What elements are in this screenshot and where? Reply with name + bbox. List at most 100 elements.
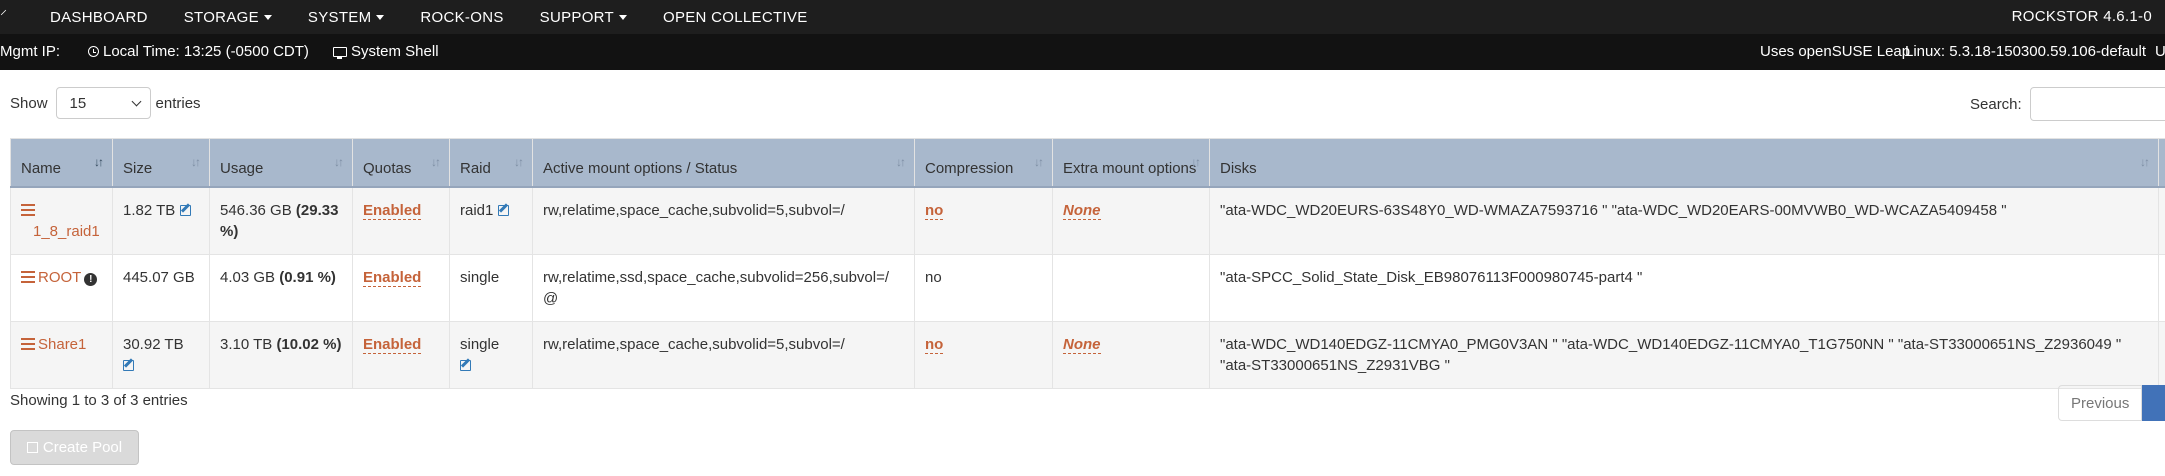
mount-cell: rw,relatime,space_cache,subvolid=5,subvo…	[532, 186, 915, 255]
column-header-actions[interactable]: A	[2158, 138, 2165, 188]
disks-cell: "ata-WDC_WD20EURS-63S48Y0_WD-WMAZA759371…	[1209, 186, 2159, 255]
usage-text: 546.36 GB	[220, 201, 292, 219]
usage-percent: (0.91 %)	[279, 268, 336, 286]
quotas-toggle[interactable]: Enabled	[363, 335, 422, 354]
create-pool-button[interactable]: Create Pool	[10, 430, 139, 465]
entries-select[interactable]: 15	[55, 87, 151, 119]
compression-cell: no	[914, 186, 1053, 255]
extra-mount-cell	[1052, 253, 1210, 322]
mount-cell: rw,relatime,ssd,space_cache,subvolid=256…	[532, 253, 915, 322]
list-icon	[21, 270, 35, 283]
navbar-edge-glyph: ⸝	[0, 1, 7, 17]
nav-rock-ons[interactable]: ROCK-ONS	[420, 9, 503, 26]
sort-icon: ↓↑	[191, 154, 201, 169]
top-navbar: ⸝ DASHBOARD STORAGE SYSTEM ROCK-ONS SUPP…	[0, 0, 2165, 34]
pool-name-link[interactable]: 1_8_raid1	[21, 202, 100, 240]
actions-cell	[2158, 320, 2165, 389]
system-shell-link[interactable]: System Shell	[333, 34, 439, 70]
info-icon[interactable]: !	[84, 272, 98, 286]
nav-open-collective[interactable]: OPEN COLLECTIVE	[663, 9, 808, 26]
extra-mount-cell: None	[1052, 186, 1210, 255]
column-header-name-label: Name	[21, 159, 62, 177]
column-header-extra-mount[interactable]: Extra mount options ↓↑	[1052, 138, 1210, 188]
usage-text: 4.03 GB	[220, 268, 276, 286]
brand-version[interactable]: ROCKSTOR 4.6.1-0	[2012, 0, 2152, 34]
nav-system[interactable]: SYSTEM	[307, 8, 385, 26]
create-pool-label: Create Pool	[42, 439, 123, 456]
quotas-toggle[interactable]: Enabled	[363, 268, 422, 287]
column-header-usage[interactable]: Usage ↓↑	[209, 138, 353, 188]
pools-table: Name ↓↑ Size ↓↑ Usage ↓↑ Quotas ↓↑ Raid ↓↑ Ac…	[10, 138, 2165, 389]
nav-rock-ons-label: ROCK-ONS	[420, 8, 504, 26]
sort-asc-icon: ↓↑	[94, 154, 104, 169]
raid-cell: single	[449, 253, 533, 322]
usage-cell: 4.03 GB (0.91 %)	[209, 253, 353, 322]
disks-cell: "ata-WDC_WD140EDGZ-11CMYA0_PMG0V3AN " "a…	[1209, 320, 2159, 389]
local-time-text: Local Time: 13:25 (-0500 CDT)	[103, 43, 309, 60]
nav-support[interactable]: SUPPORT	[540, 9, 627, 26]
pool-name-text: Share1	[38, 335, 87, 353]
previous-button[interactable]: Previous	[2058, 385, 2143, 421]
nav-storage-label: STORAGE	[183, 8, 259, 26]
edit-icon[interactable]	[460, 359, 471, 371]
sort-icon: ↓↑	[1191, 154, 1201, 169]
local-time: Local Time: 13:25 (-0500 CDT)	[88, 34, 309, 70]
column-header-quotas[interactable]: Quotas ↓↑	[352, 138, 450, 188]
search-input[interactable]	[2029, 87, 2165, 121]
sort-icon: ↓↑	[2140, 154, 2150, 169]
quotas-toggle[interactable]: Enabled	[363, 201, 422, 220]
entries-select-value: 15	[69, 94, 87, 112]
column-header-mount-label: Active mount options / Status	[543, 159, 738, 177]
search-control: Search:	[1970, 87, 2165, 121]
nav-dashboard-label: DASHBOARD	[50, 8, 148, 26]
raid-text: raid1	[460, 201, 494, 219]
column-header-raid-label: Raid	[460, 159, 491, 177]
edit-icon[interactable]	[498, 204, 510, 216]
edit-icon[interactable]	[123, 359, 134, 371]
column-header-raid[interactable]: Raid ↓↑	[449, 138, 533, 188]
nav-system-label: SYSTEM	[307, 8, 372, 26]
show-label: Show	[10, 94, 48, 112]
pagination: Previous	[2058, 385, 2165, 421]
next-button[interactable]	[2142, 385, 2165, 421]
pool-name-link[interactable]: ROOT	[21, 269, 81, 286]
os-info: Uses openSUSE Leap	[1760, 43, 1911, 60]
list-icon	[21, 337, 35, 350]
actions-cell: N	[2158, 253, 2165, 322]
quotas-cell: Enabled	[352, 320, 450, 389]
nav-open-collective-label: OPEN COLLECTIVE	[662, 8, 808, 26]
pool-name-link[interactable]: Share1	[21, 336, 86, 353]
pool-name-text: ROOT	[38, 268, 82, 286]
system-shell-text: System Shell	[351, 43, 439, 60]
sort-icon: ↓↑	[514, 154, 524, 169]
caret-down-icon	[618, 14, 627, 20]
column-header-mount[interactable]: Active mount options / Status ↓↑	[532, 138, 915, 188]
column-header-compression[interactable]: Compression ↓↑	[914, 138, 1053, 188]
raid-text: single	[460, 335, 500, 353]
edit-icon[interactable]	[180, 204, 192, 216]
sort-icon: ↓↑	[431, 154, 441, 169]
compression-cell: no	[914, 253, 1053, 322]
nav-storage[interactable]: STORAGE	[184, 9, 272, 26]
clock-icon	[88, 46, 99, 57]
column-header-disks-label: Disks	[1220, 159, 1257, 177]
column-header-compression-label: Compression	[925, 159, 1014, 177]
column-header-quotas-label: Quotas	[363, 159, 412, 177]
caret-down-icon	[263, 14, 272, 20]
raid-cell: single	[449, 320, 533, 389]
extra-mount-toggle[interactable]: None	[1063, 335, 1101, 354]
compression-toggle[interactable]: no	[925, 201, 944, 220]
pool-name-cell: ROOT!	[10, 253, 113, 322]
nav-dashboard[interactable]: DASHBOARD	[50, 9, 148, 26]
compression-toggle[interactable]: no	[925, 335, 944, 354]
main-nav: DASHBOARD STORAGE SYSTEM ROCK-ONS SUPPOR…	[50, 0, 844, 34]
sort-icon: ↓↑	[1034, 154, 1044, 169]
extra-mount-toggle[interactable]: None	[1063, 201, 1101, 220]
edit-icon	[26, 442, 38, 453]
table-info: Showing 1 to 3 of 3 entries	[10, 392, 188, 409]
column-header-size[interactable]: Size ↓↑	[112, 138, 210, 188]
column-header-disks[interactable]: Disks ↓↑	[1209, 138, 2159, 188]
pool-name-text: 1_8_raid1	[33, 222, 100, 240]
usage-cell: 546.36 GB (29.33 %)	[209, 186, 353, 255]
column-header-name[interactable]: Name ↓↑	[10, 138, 113, 188]
